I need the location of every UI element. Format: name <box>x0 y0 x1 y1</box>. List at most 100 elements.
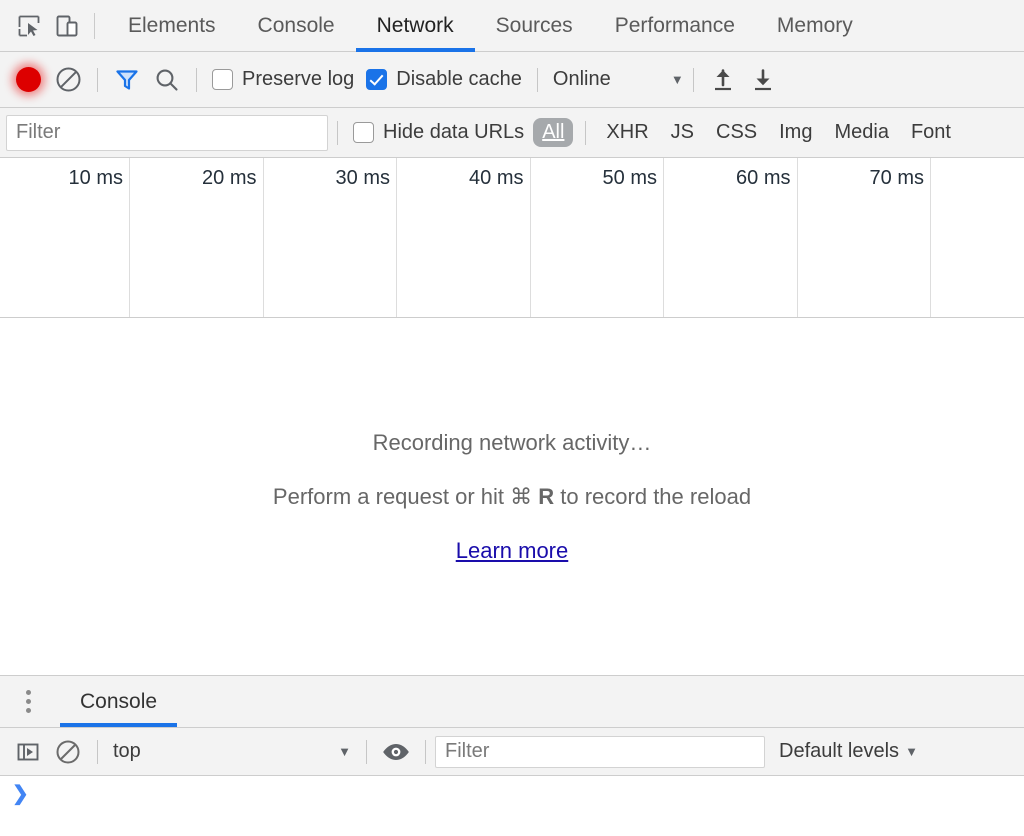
type-filter-css-label: CSS <box>716 121 757 143</box>
throttling-select[interactable]: Online ▼ <box>547 68 684 91</box>
devtools-tab-bar: Elements Console Network Sources Perform… <box>0 0 1024 52</box>
recording-status-text: Recording network activity… <box>373 430 652 456</box>
hint-suffix: to record the reload <box>554 484 751 509</box>
type-filter-xhr[interactable]: XHR <box>598 118 656 147</box>
clear-console-icon[interactable] <box>48 732 88 772</box>
hide-data-urls-checkbox[interactable]: Hide data URLs <box>347 121 530 144</box>
timeline-tick-label: 70 ms <box>870 167 924 190</box>
network-filter-bar: Hide data URLs All XHR JS CSS Img Media … <box>0 108 1024 158</box>
more-options-icon[interactable] <box>14 687 42 717</box>
type-filter-font[interactable]: Font <box>903 118 959 147</box>
learn-more-link[interactable]: Learn more <box>456 538 569 564</box>
timeline-tick: 10 ms <box>0 158 130 317</box>
tab-elements[interactable]: Elements <box>107 0 237 51</box>
clear-icon <box>55 66 82 93</box>
hide-data-urls-label: Hide data URLs <box>383 121 524 144</box>
tab-performance[interactable]: Performance <box>594 0 756 51</box>
network-toolbar: Preserve log Disable cache Online ▼ <box>0 52 1024 108</box>
type-filter-xhr-label: XHR <box>606 121 648 143</box>
drawer-tab-console[interactable]: Console <box>60 676 177 727</box>
import-har-icon[interactable] <box>703 60 743 100</box>
execution-context-value: top <box>113 740 141 763</box>
console-toolbar-divider-2 <box>366 740 367 764</box>
toolbar-divider-1 <box>97 68 98 92</box>
preserve-log-box-icon <box>212 69 233 90</box>
type-filter-js[interactable]: JS <box>663 118 702 147</box>
type-filter-img[interactable]: Img <box>771 118 820 147</box>
disable-cache-checkbox[interactable]: Disable cache <box>360 68 528 91</box>
type-filter-all[interactable]: All <box>533 118 573 147</box>
live-expression-icon[interactable] <box>376 732 416 772</box>
console-message-area[interactable]: ❯ <box>0 776 1024 822</box>
panel-tabs: Elements Console Network Sources Perform… <box>107 0 874 51</box>
type-filter-css[interactable]: CSS <box>708 118 765 147</box>
tab-performance-label: Performance <box>615 14 735 38</box>
console-sidebar-icon[interactable] <box>8 732 48 772</box>
tab-console[interactable]: Console <box>237 0 356 51</box>
timeline-tick-label: 30 ms <box>336 167 390 190</box>
timeline-tick: 30 ms <box>264 158 398 317</box>
hide-data-urls-box-icon <box>353 122 374 143</box>
type-filter-all-label: All <box>542 121 564 143</box>
record-button[interactable] <box>8 60 48 100</box>
r-key-label: R <box>538 484 554 509</box>
search-icon[interactable] <box>147 60 187 100</box>
toolbar-divider-2 <box>196 68 197 92</box>
timeline-tick-label: 40 ms <box>469 167 523 190</box>
console-toolbar-divider-3 <box>425 740 426 764</box>
tabbar-divider <box>94 13 95 39</box>
perform-request-hint: Perform a request or hit ⌘ R to record t… <box>273 484 751 510</box>
tab-sources[interactable]: Sources <box>475 0 594 51</box>
tab-memory[interactable]: Memory <box>756 0 874 51</box>
network-filter-input[interactable] <box>6 115 328 151</box>
timeline-tick: 70 ms <box>798 158 932 317</box>
network-timeline-ruler: 10 ms 20 ms 30 ms 40 ms 50 ms 60 ms 70 ms 80 <box>0 158 1024 318</box>
throttling-value: Online <box>553 68 665 91</box>
hint-prefix: Perform a request or hit <box>273 484 510 509</box>
device-toolbar-icon[interactable] <box>48 7 86 45</box>
tab-elements-label: Elements <box>128 14 216 38</box>
toolbar-divider-4 <box>693 68 694 92</box>
tab-network-label: Network <box>377 14 454 38</box>
console-filter-input[interactable] <box>435 736 765 768</box>
network-empty-state: Recording network activity… Perform a re… <box>0 318 1024 675</box>
tab-console-label: Console <box>258 14 335 38</box>
tab-network[interactable]: Network <box>356 0 475 51</box>
disable-cache-label: Disable cache <box>396 68 522 91</box>
timeline-tick: 60 ms <box>664 158 798 317</box>
console-prompt-chevron-icon: ❯ <box>12 784 29 804</box>
tab-memory-label: Memory <box>777 14 853 38</box>
cursor-select-icon[interactable] <box>10 7 48 45</box>
timeline-tick-label: 20 ms <box>202 167 256 190</box>
chevron-down-icon: ▼ <box>671 72 684 87</box>
console-toolbar: top ▼ Default levels ▼ <box>0 728 1024 776</box>
filterbar-divider-1 <box>337 121 338 145</box>
drawer-tab-bar: Console <box>0 675 1024 728</box>
timeline-tick: 20 ms <box>130 158 264 317</box>
chevron-down-icon: ▼ <box>338 744 351 759</box>
type-filter-media-label: Media <box>834 121 888 143</box>
filter-funnel-icon[interactable] <box>107 60 147 100</box>
clear-button[interactable] <box>48 60 88 100</box>
toolbar-divider-3 <box>537 68 538 92</box>
timeline-tick-label: 60 ms <box>736 167 790 190</box>
command-key-icon: ⌘ <box>510 484 532 509</box>
console-toolbar-divider-1 <box>97 740 98 764</box>
preserve-log-label: Preserve log <box>242 68 354 91</box>
filterbar-divider-2 <box>585 121 586 145</box>
timeline-tick: 50 ms <box>531 158 665 317</box>
drawer-tab-console-label: Console <box>80 690 157 714</box>
type-filter-js-label: JS <box>671 121 694 143</box>
type-filter-media[interactable]: Media <box>826 118 896 147</box>
log-levels-select[interactable]: Default levels ▼ <box>779 740 918 763</box>
timeline-tick-label: 10 ms <box>69 167 123 190</box>
log-levels-label: Default levels <box>779 740 899 763</box>
execution-context-select[interactable]: top ▼ <box>107 740 357 763</box>
export-har-icon[interactable] <box>743 60 783 100</box>
chevron-down-icon: ▼ <box>905 744 918 759</box>
timeline-tick: 40 ms <box>397 158 531 317</box>
type-filter-font-label: Font <box>911 121 951 143</box>
preserve-log-checkbox[interactable]: Preserve log <box>206 68 360 91</box>
type-filter-img-label: Img <box>779 121 812 143</box>
timeline-tick: 80 <box>931 158 1024 317</box>
